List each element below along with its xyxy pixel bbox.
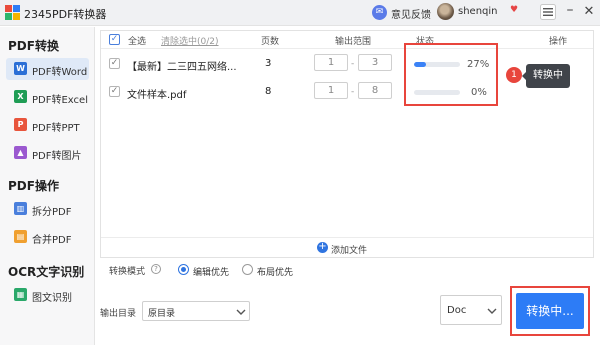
conversion-mode-label: 转换模式 xyxy=(109,267,146,277)
ocr-icon: ▦ xyxy=(14,288,27,301)
sidebar-item-label: 图文识别 xyxy=(32,293,72,304)
format-value: Doc xyxy=(447,305,467,316)
output-dir-value: 原目录 xyxy=(148,309,176,319)
menu-icon[interactable] xyxy=(540,4,556,20)
ppt-icon: P xyxy=(14,118,27,131)
close-button[interactable]: ✕ xyxy=(582,4,596,20)
convert-button[interactable]: 转换中... xyxy=(516,293,584,329)
feedback-icon[interactable]: ✉ xyxy=(372,5,387,20)
title-bar: 2345PDF转换器 ✉ 意见反馈 shenqin ♥ – ✕ xyxy=(0,0,600,26)
chevron-down-icon xyxy=(487,308,497,314)
add-icon[interactable]: + xyxy=(317,242,328,253)
avatar[interactable] xyxy=(437,3,454,20)
output-dir-select[interactable]: 原目录 xyxy=(142,301,250,321)
image-icon: ▲ xyxy=(14,146,27,159)
add-file-button[interactable]: 添加文件 xyxy=(331,243,367,256)
range-to-input[interactable]: 8 xyxy=(358,82,392,99)
column-header-pages: 页数 xyxy=(261,37,280,47)
status-tooltip: 转换中 xyxy=(522,64,570,88)
range-to-input[interactable]: 3 xyxy=(358,54,392,71)
sidebar-item-pdf-to-image[interactable]: ▲ PDF转图片 xyxy=(6,142,89,164)
status-highlight-box xyxy=(404,43,498,106)
file-name: 【最新】二三四五网络... xyxy=(127,62,237,73)
sidebar-item-split-pdf[interactable]: ▥ 拆分PDF xyxy=(6,198,89,220)
select-all-label[interactable]: 全选 xyxy=(128,34,146,47)
range-separator: - xyxy=(351,59,355,69)
range-separator: - xyxy=(351,87,355,97)
sidebar: PDF转换 W PDF转Word X PDF转Excel P PDF转PPT ▲… xyxy=(0,27,95,345)
vip-badge-icon: ♥ xyxy=(510,5,519,15)
sidebar-item-label: PDF转Excel xyxy=(32,95,88,106)
range-from-input[interactable]: 1 xyxy=(314,54,348,71)
add-file-bar[interactable]: + 添加文件 xyxy=(101,237,593,257)
radio-edit-priority[interactable] xyxy=(178,264,189,275)
radio-layout-priority[interactable] xyxy=(242,264,253,275)
sidebar-item-merge-pdf[interactable]: ▤ 合并PDF xyxy=(6,226,89,248)
help-icon[interactable]: ? xyxy=(151,264,161,274)
output-dir-label: 输出目录 xyxy=(100,309,137,319)
word-icon: W xyxy=(14,62,27,75)
column-header-action: 操作 xyxy=(549,37,568,47)
section-title-pdf-ops: PDF操作 xyxy=(8,179,59,193)
sidebar-item-pdf-to-ppt[interactable]: P PDF转PPT xyxy=(6,114,89,136)
radio-edit-priority-label[interactable]: 编辑优先 xyxy=(193,265,229,278)
row-checkbox[interactable]: ✓ xyxy=(109,86,120,97)
select-all-checkbox[interactable]: ✓ xyxy=(109,34,120,45)
sidebar-item-label: 合并PDF xyxy=(32,235,72,246)
merge-icon: ▤ xyxy=(14,230,27,243)
table-row[interactable]: ✓ 文件样本.pdf 8 1 - 8 0% xyxy=(101,77,593,107)
excel-icon: X xyxy=(14,90,27,103)
chevron-down-icon xyxy=(236,309,246,315)
section-title-pdf-convert: PDF转换 xyxy=(8,39,59,53)
step-badge: 1 xyxy=(506,67,522,83)
sidebar-item-label: PDF转图片 xyxy=(32,151,82,162)
section-title-ocr: OCR文字识别 xyxy=(8,265,85,279)
radio-layout-priority-label[interactable]: 布局优先 xyxy=(257,265,293,278)
app-title: 2345PDF转换器 xyxy=(24,8,107,21)
format-select[interactable]: Doc xyxy=(440,295,502,325)
file-name: 文件样本.pdf xyxy=(127,90,187,101)
split-icon: ▥ xyxy=(14,202,27,215)
minimize-button[interactable]: – xyxy=(563,3,577,20)
page-count: 8 xyxy=(265,86,272,97)
sidebar-item-ocr[interactable]: ▦ 图文识别 xyxy=(6,284,89,306)
sidebar-item-pdf-to-word[interactable]: W PDF转Word xyxy=(6,58,89,80)
table-header: ✓ 全选 清除选中(0/2) 页数 输出范围 状态 操作 xyxy=(101,31,593,49)
file-list-panel: ✓ 全选 清除选中(0/2) 页数 输出范围 状态 操作 ✓ 【最新】二三四五网… xyxy=(100,30,594,258)
range-from-input[interactable]: 1 xyxy=(314,82,348,99)
column-header-range: 输出范围 xyxy=(335,37,372,47)
sidebar-item-label: PDF转Word xyxy=(32,67,88,78)
sidebar-item-pdf-to-excel[interactable]: X PDF转Excel xyxy=(6,86,89,108)
page-count: 3 xyxy=(265,58,272,69)
row-checkbox[interactable]: ✓ xyxy=(109,58,120,69)
username[interactable]: shenqin xyxy=(458,6,498,17)
app-logo-icon xyxy=(5,5,20,20)
sidebar-item-label: 拆分PDF xyxy=(32,207,72,218)
sidebar-item-label: PDF转PPT xyxy=(32,123,80,134)
clear-selected-link[interactable]: 清除选中(0/2) xyxy=(161,34,219,47)
feedback-link[interactable]: 意见反馈 xyxy=(391,6,431,21)
